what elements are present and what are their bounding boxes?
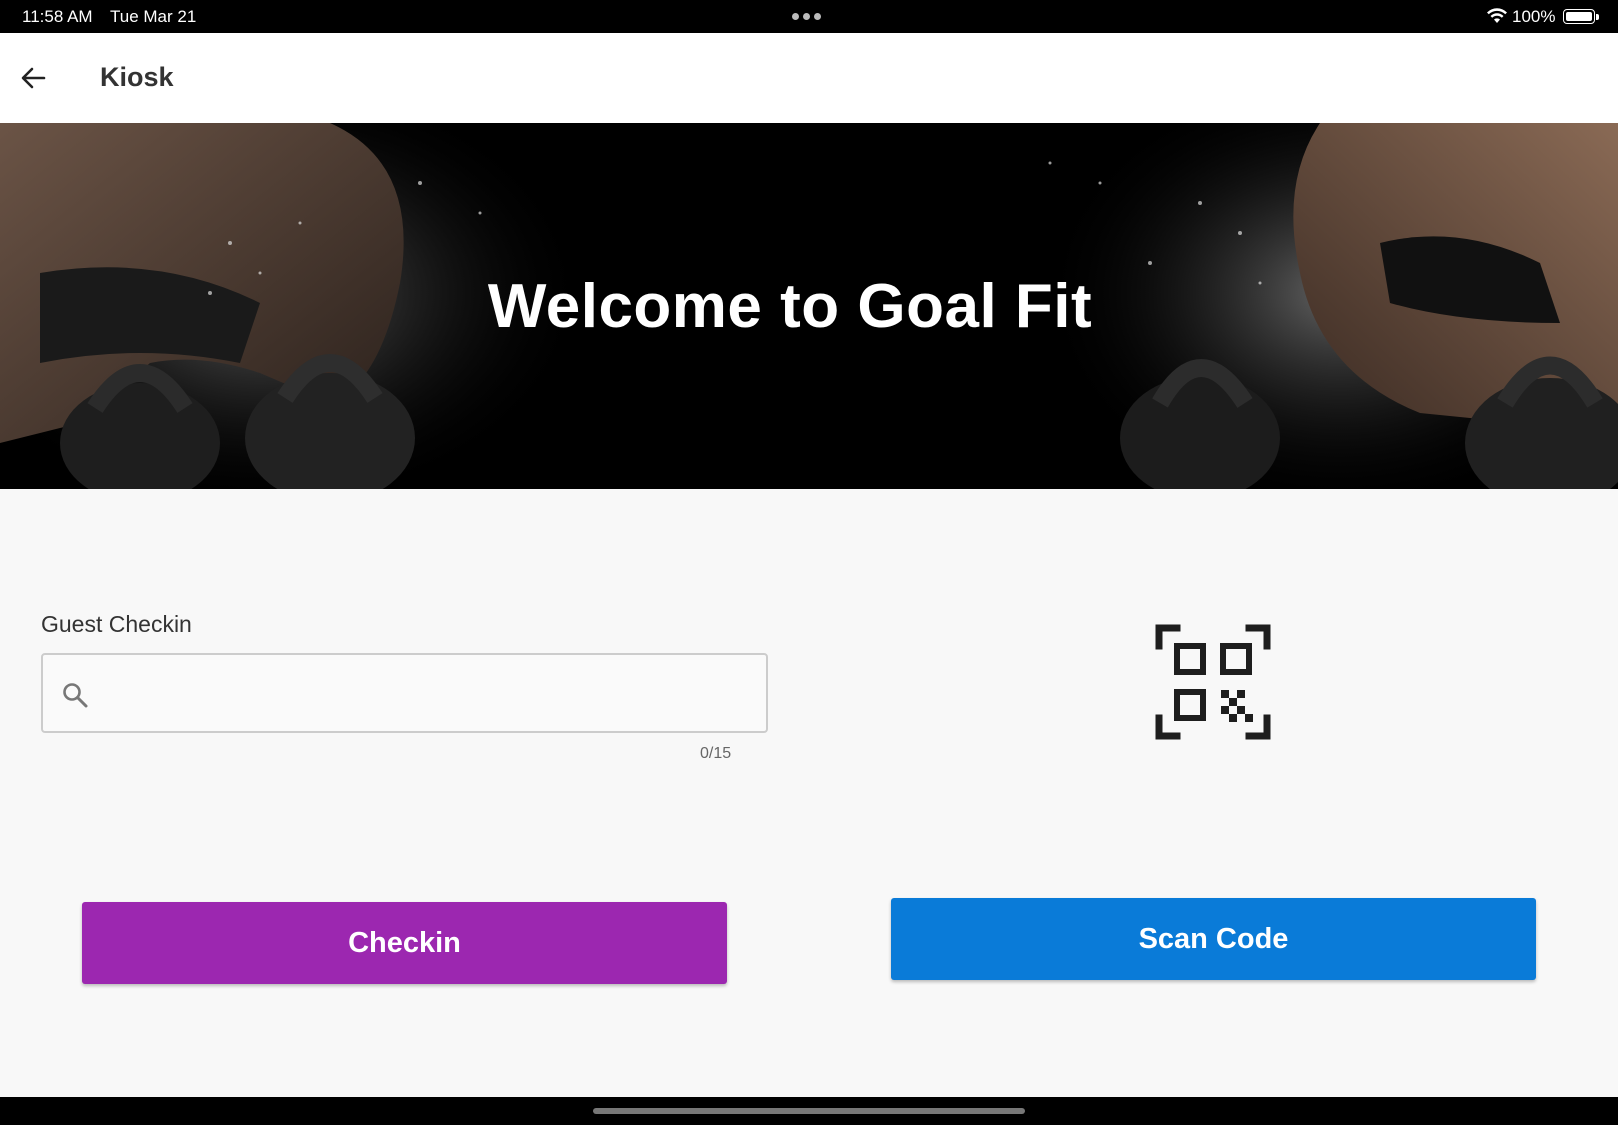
status-time: 11:58 AM [22,7,93,26]
wifi-icon [1487,8,1507,23]
status-date: Tue Mar 21 [110,7,197,26]
back-arrow-icon[interactable] [18,63,48,93]
scan-code-button[interactable]: Scan Code [891,898,1536,980]
guest-checkin-field[interactable] [41,653,768,733]
battery-icon [1563,9,1599,24]
guest-checkin-input[interactable] [105,665,745,721]
character-counter: 0/15 [700,745,732,762]
checkin-button[interactable]: Checkin [82,902,727,984]
welcome-heading: Welcome to Goal Fit [487,272,1093,341]
search-icon [63,683,88,708]
app-bar: Kiosk [0,33,1618,123]
hero-banner: Welcome to Goal Fit [0,123,1618,489]
status-bar: 11:58 AM Tue Mar 21 100% [0,0,1618,33]
qr-code-scan-icon[interactable] [1155,624,1271,740]
page-title: Kiosk [100,62,174,92]
battery-percent: 100% [1512,7,1556,26]
home-indicator[interactable] [593,1108,1025,1114]
multitasking-dots-icon[interactable] [792,13,821,20]
guest-checkin-label: Guest Checkin [41,611,192,637]
